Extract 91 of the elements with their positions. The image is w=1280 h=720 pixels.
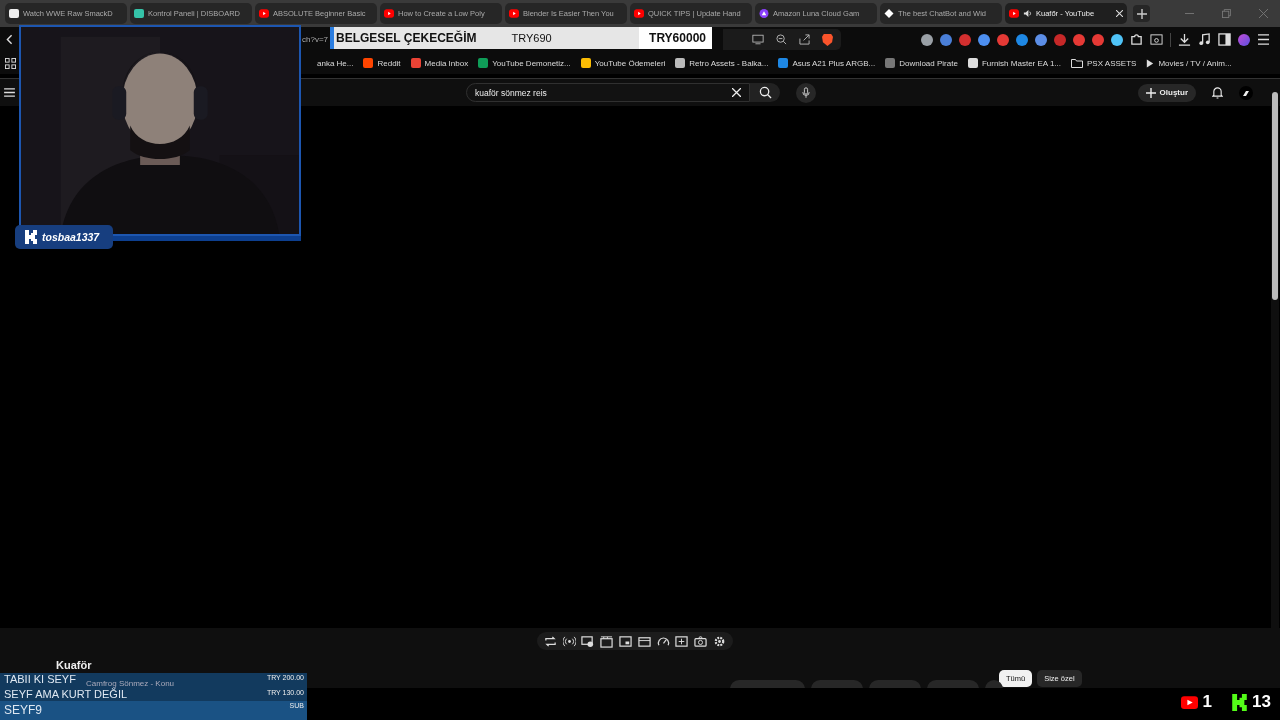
- microphone-icon: [802, 86, 810, 99]
- extension-icon[interactable]: [978, 33, 990, 46]
- search-icon: [758, 86, 772, 99]
- bookmark[interactable]: anka He...: [317, 58, 354, 68]
- clapper-icon[interactable]: [600, 634, 614, 648]
- gear-icon[interactable]: [713, 634, 727, 648]
- donor-name: TABII KI SEYF: [4, 673, 76, 687]
- sidebar-icon[interactable]: [1218, 33, 1231, 46]
- youtube-icon: [509, 9, 519, 18]
- play-icon: [1146, 58, 1155, 68]
- triangle-icon: [759, 9, 769, 18]
- youtube-icon: [634, 9, 644, 18]
- bookmark-icon: [885, 58, 896, 68]
- bookmark[interactable]: Reddit: [363, 58, 401, 68]
- clear-icon[interactable]: [732, 88, 741, 97]
- extension-icon[interactable]: [1111, 33, 1123, 46]
- bookmark[interactable]: Retro Assets - Balka...: [675, 58, 769, 68]
- bookmark[interactable]: PSX ASSETS: [1071, 58, 1137, 68]
- channel-name: Camfrog Sönmez - Konu: [84, 679, 177, 688]
- speed-icon[interactable]: [656, 634, 670, 648]
- create-button[interactable]: Oluştur: [1137, 83, 1196, 102]
- search-field[interactable]: kuaför sönmez reis: [466, 83, 750, 102]
- loop-icon[interactable]: [543, 634, 557, 648]
- bookmark[interactable]: YouTube Demonetiz...: [478, 58, 571, 68]
- youtube-icon: [384, 9, 394, 18]
- bookmark[interactable]: Media Inbox: [410, 58, 469, 68]
- extension-icon[interactable]: [940, 33, 952, 46]
- window-search-icon[interactable]: [1150, 33, 1163, 46]
- pip-icon[interactable]: [619, 634, 633, 648]
- cast-icon[interactable]: [581, 634, 595, 648]
- bookmark[interactable]: Furnish Master EA 1...: [967, 58, 1062, 68]
- bell-icon[interactable]: [1212, 86, 1223, 99]
- donor-name: SEYF9: [4, 702, 42, 719]
- bookmark-icon: [675, 58, 686, 68]
- broadcast-icon[interactable]: [562, 634, 576, 648]
- menu-icon[interactable]: [4, 88, 15, 97]
- camera-icon[interactable]: [694, 634, 708, 648]
- download-icon[interactable]: [1178, 33, 1191, 46]
- avatar-icon[interactable]: [1239, 85, 1253, 100]
- username-badge: tosbaa1337: [15, 225, 113, 249]
- menu-icon[interactable]: [1257, 34, 1270, 45]
- bookmark[interactable]: Movies / TV / Anim...: [1146, 58, 1232, 68]
- bookmark[interactable]: YouTube Ödemeleri: [580, 58, 666, 68]
- youtube-icon: [259, 9, 269, 18]
- screen-icon[interactable]: [752, 34, 764, 45]
- kick-logo-icon: [25, 230, 37, 244]
- viewer-count: 1: [1202, 692, 1213, 712]
- extension-icon[interactable]: [1035, 33, 1047, 46]
- bookmark-icon: [410, 58, 421, 68]
- bookmark-icon: [580, 58, 591, 68]
- bookmark-icon: [478, 58, 489, 68]
- viewer-count: 13: [1252, 692, 1271, 712]
- window-icon[interactable]: [637, 634, 651, 648]
- bookmark-icon: [967, 58, 978, 68]
- url-text: ch?v=7: [302, 35, 329, 44]
- extension-icon[interactable]: [921, 33, 933, 46]
- zoom-icon[interactable]: [776, 34, 787, 45]
- goal-current: TRY690: [511, 32, 552, 44]
- youtube-icon: [1009, 9, 1019, 18]
- speaker-icon: [1023, 9, 1032, 18]
- share-icon[interactable]: [799, 34, 810, 45]
- address-bar[interactable]: [723, 29, 841, 50]
- add-icon[interactable]: [675, 634, 689, 648]
- music-icon[interactable]: [1198, 33, 1211, 46]
- diamond-icon: [884, 9, 894, 18]
- folder-icon: [1071, 58, 1084, 68]
- goal-target: TRY60000: [639, 27, 712, 49]
- donor-name: SEYF AMA KURT DEĞIL: [4, 688, 128, 701]
- extension-icon[interactable]: [1016, 33, 1028, 46]
- restore-icon[interactable]: [1222, 9, 1231, 18]
- bookmark-icon: [778, 58, 789, 68]
- bookmark-icon: [363, 58, 374, 68]
- extension-icon[interactable]: [1092, 33, 1104, 46]
- apps-icon[interactable]: [5, 57, 16, 69]
- kick-logo-icon: [1232, 693, 1248, 711]
- new-tab-button[interactable]: [1133, 5, 1150, 22]
- plus-icon: [1136, 8, 1147, 19]
- bookmark[interactable]: Download Pirate: [885, 58, 958, 68]
- bookmark[interactable]: Asus A21 Plus ARGB...: [778, 58, 876, 68]
- board-icon: [134, 9, 144, 18]
- profile-avatar[interactable]: [1238, 33, 1250, 46]
- video-title: Kuaför: [56, 659, 92, 671]
- back-icon[interactable]: [6, 34, 13, 45]
- extension-icon[interactable]: [1073, 33, 1085, 46]
- extension-icon[interactable]: [997, 33, 1009, 46]
- search-button[interactable]: [750, 83, 780, 102]
- scrollbar-thumb[interactable]: [1272, 92, 1278, 300]
- goal-heading: BELGESEL ÇEKECEĞİM: [336, 31, 477, 45]
- plus-icon: [1145, 87, 1156, 98]
- microphone-button[interactable]: [796, 82, 816, 103]
- page-icon: [9, 9, 19, 18]
